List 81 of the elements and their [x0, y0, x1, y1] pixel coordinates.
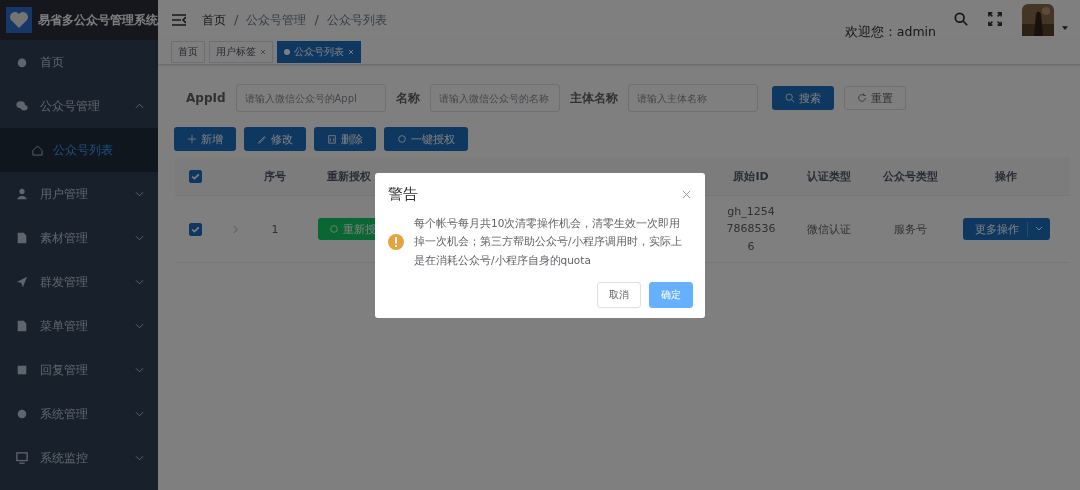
document-icon [16, 232, 28, 244]
breadcrumb-separator: / [314, 12, 319, 27]
more-actions-button[interactable]: 更多操作 [962, 218, 1050, 240]
table-cell-text: gh_125478685366 [725, 203, 777, 255]
column-header: 重新授权 [327, 168, 371, 184]
app-title: 易省多公众号管理系统 [38, 12, 158, 28]
sidebar-item[interactable]: 系统管理 [0, 392, 158, 436]
search-button[interactable]: 搜索 [771, 86, 834, 110]
breadcrumb-item[interactable]: 公众号管理 [246, 12, 307, 29]
sidebar-item[interactable]: 用户管理 [0, 172, 158, 216]
sidebar-item[interactable]: 菜单管理 [0, 304, 158, 348]
chevron-icon[interactable] [1033, 226, 1044, 232]
toolbar-button[interactable]: 删除 [314, 127, 376, 151]
close-icon[interactable] [260, 49, 266, 55]
chevron-icon[interactable] [135, 411, 144, 417]
caret-icon[interactable] [1062, 26, 1068, 30]
chevron-icon[interactable] [135, 367, 144, 373]
chevron-icon[interactable] [135, 323, 144, 329]
page-tab[interactable]: 首页 [171, 41, 205, 63]
reset-button[interactable]: 重置 [843, 86, 906, 110]
sidebar-item[interactable]: 回复管理 [0, 348, 158, 392]
chevron-icon[interactable] [135, 191, 144, 197]
expand-icon[interactable] [232, 224, 238, 234]
column-header: 操作 [995, 168, 1017, 184]
field-label: 主体名称 [569, 89, 618, 107]
select-all-checkbox[interactable] [188, 169, 202, 183]
document-icon [16, 320, 28, 332]
chevron-icon[interactable] [135, 279, 144, 285]
sidebar-item[interactable]: 群发管理 [0, 260, 158, 304]
circle-icon [16, 408, 28, 420]
refresh-icon [856, 93, 867, 103]
search-icon [784, 93, 795, 103]
toolbar-button[interactable]: 修改 [244, 127, 306, 151]
plus-icon [187, 134, 197, 144]
table-cell: 1 [271, 222, 279, 236]
page-tab[interactable]: 用户标签 [209, 41, 273, 63]
dialog-title: 警告 [388, 185, 418, 204]
breadcrumb-item[interactable]: 首页 [202, 12, 226, 29]
table-cell: 微信认证 [807, 221, 851, 237]
column-header: 原始ID [733, 168, 769, 184]
table-cell: 服务号 [893, 221, 927, 237]
toolbar-button[interactable]: 一键授权 [384, 127, 468, 151]
circle-icon [328, 224, 339, 234]
chevron-icon[interactable] [135, 235, 144, 241]
page-tab[interactable]: 公众号列表 [277, 41, 361, 63]
menu-icon[interactable] [172, 14, 186, 26]
column-header: 公众号类型 [882, 168, 938, 184]
chevron-icon[interactable] [135, 455, 144, 461]
confirm-button[interactable]: 确定 [649, 282, 693, 308]
column-header: 序号 [264, 168, 286, 184]
cancel-button[interactable]: 取消 [597, 282, 641, 308]
dialog-message: 每个帐号每月共10次清零操作机会，清零生效一次即用掉一次机会；第三方帮助公众号/小程序调用时，实际上是在消耗公众号/小程序自身的quota [414, 216, 683, 268]
sidebar-subitem[interactable]: 公众号列表 [0, 128, 158, 172]
circle-icon [397, 134, 407, 144]
paper-plane-icon [16, 276, 28, 288]
chat-bubbles-icon [16, 100, 28, 112]
toolbar-button[interactable]: 新增 [174, 127, 236, 151]
monitor-icon [16, 452, 28, 464]
fullscreen-icon[interactable] [988, 12, 1002, 26]
breadcrumb-separator: / [234, 12, 239, 27]
sidebar-item[interactable]: 系统监控 [0, 436, 158, 480]
circle-icon [16, 56, 28, 68]
warning-icon [388, 233, 404, 250]
field-label: 名称 [395, 89, 420, 107]
sidebar-item[interactable]: 素材管理 [0, 216, 158, 260]
heart-logo-icon [6, 7, 32, 33]
pencil-icon [257, 134, 267, 144]
home-icon [32, 144, 43, 156]
field-label: AppId [186, 91, 226, 105]
breadcrumb-item[interactable]: 公众号列表 [326, 12, 387, 29]
row-checkbox[interactable] [188, 222, 202, 236]
sidebar-item[interactable]: 首页 [0, 40, 158, 84]
chevron-icon[interactable] [135, 103, 144, 109]
close-icon[interactable] [682, 190, 691, 199]
search-icon[interactable] [954, 12, 968, 26]
welcome-text: 欢迎您：admin [844, 24, 936, 41]
square-icon [16, 364, 28, 376]
column-header: 认证类型 [807, 168, 851, 184]
sidebar-item[interactable]: 公众号管理 [0, 84, 158, 128]
user-icon [16, 188, 28, 200]
trash-icon [327, 134, 337, 144]
